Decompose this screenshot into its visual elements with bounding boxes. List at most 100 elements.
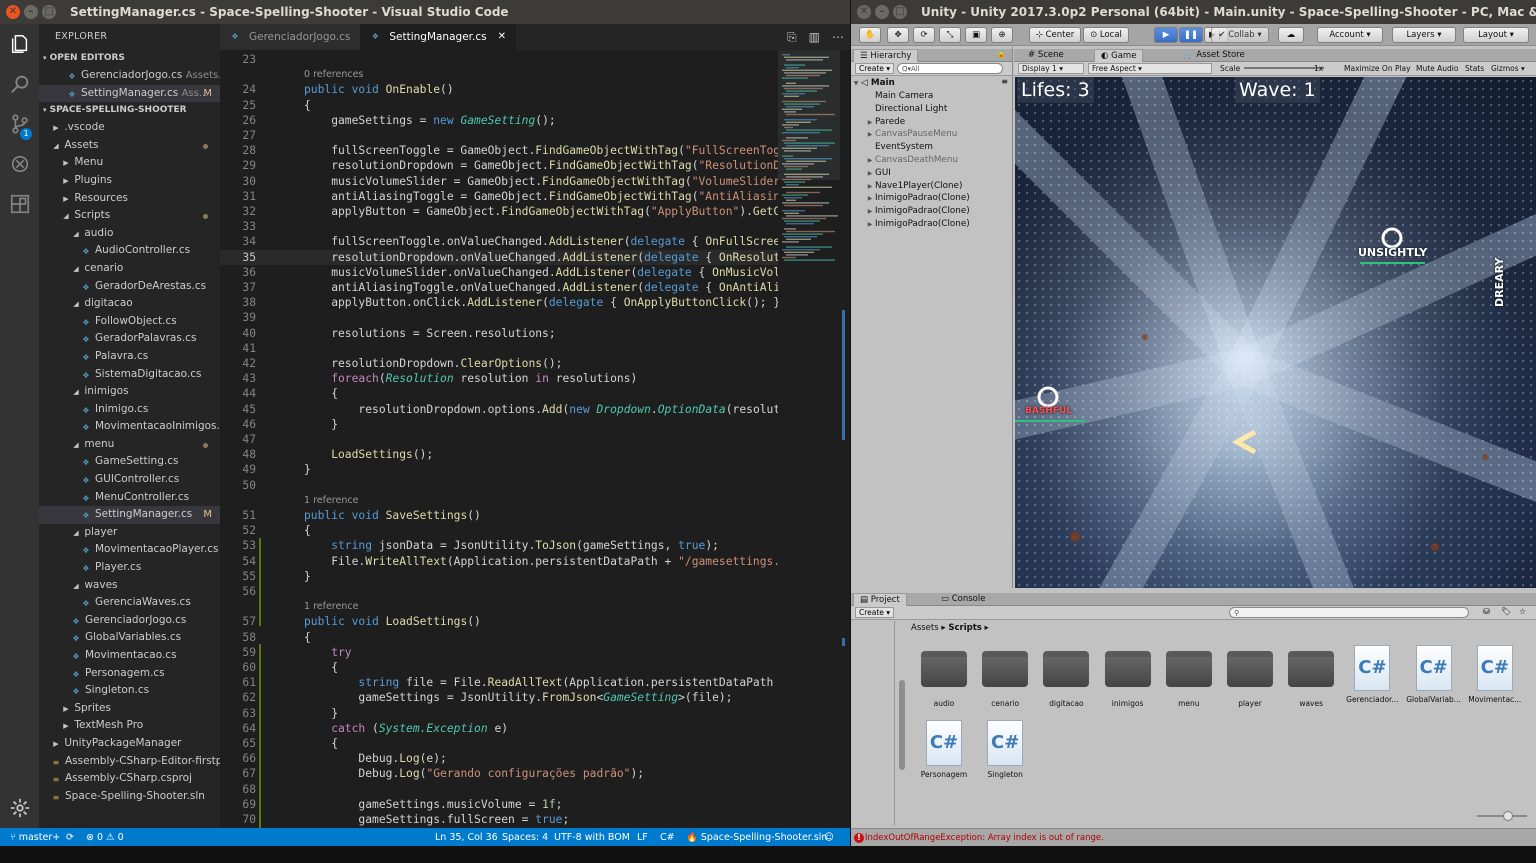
tree-file[interactable]: ≡ Assembly-CSharp-Editor-firstp... xyxy=(39,753,220,771)
code-line[interactable]: 62 gameSettings = JsonUtility.FromJson<G… xyxy=(220,690,778,705)
code-line[interactable]: 57 public void LoadSettings() xyxy=(220,614,778,629)
transform-tool-icon[interactable]: ⊕ xyxy=(991,27,1013,43)
mute-audio-toggle[interactable]: Mute Audio xyxy=(1416,64,1458,73)
unity-maximize-button[interactable]: □ xyxy=(893,5,907,19)
asset-script[interactable]: C# Movimentac... xyxy=(1466,645,1524,704)
asset-store-tab[interactable]: 🛒 Asset Store xyxy=(1177,49,1251,62)
asset-folder[interactable]: waves xyxy=(1282,645,1340,708)
scene-tab[interactable]: # Scene xyxy=(1022,49,1070,62)
close-tab-icon[interactable]: ✕ xyxy=(498,24,506,50)
code-line[interactable]: 47 xyxy=(220,432,778,447)
tree-folder[interactable]: ◢ player xyxy=(39,524,220,542)
asset-folder[interactable]: cenario xyxy=(976,645,1034,708)
asset-folder[interactable]: player xyxy=(1221,645,1279,708)
tree-folder[interactable]: ◢ digitacao xyxy=(39,295,220,313)
code-line[interactable]: 64 catch (System.Exception e) xyxy=(220,721,778,736)
explorer-icon[interactable] xyxy=(0,24,39,64)
rotate-tool-icon[interactable]: ⟳ xyxy=(913,27,935,43)
hierarchy-item[interactable]: ▶ CanvasPauseMenu xyxy=(851,128,958,141)
code-line[interactable]: 25{ xyxy=(220,98,778,113)
move-tool-icon[interactable]: ✥ xyxy=(887,27,909,43)
gizmos-dropdown[interactable]: Gizmos ▾ xyxy=(1491,64,1525,73)
code-line[interactable]: 40 resolutions = Screen.resolutions; xyxy=(220,326,778,341)
filter-by-label-icon[interactable]: 🏷 xyxy=(1501,607,1511,616)
code-line[interactable]: 45 resolutionDropdown.options.Add(new Dr… xyxy=(220,402,778,417)
tree-file[interactable]: ❖ Palavra.cs xyxy=(39,348,220,366)
code-line[interactable]: 33 xyxy=(220,219,778,234)
open-changes-icon[interactable]: ⎘ xyxy=(787,30,797,45)
indentation[interactable]: Spaces: 4 xyxy=(502,832,548,843)
tree-file[interactable]: ❖ MovimentacaoInimigos.cs xyxy=(39,418,220,436)
tree-file[interactable]: ❖ GeradorDeArestas.cs xyxy=(39,278,220,296)
asset-folder[interactable]: inimigos xyxy=(1099,645,1157,708)
code-line[interactable]: 66 Debug.Log(e); xyxy=(220,751,778,766)
tree-file[interactable]: ≡ Space-Spelling-Shooter.sln xyxy=(39,788,220,806)
debug-icon[interactable] xyxy=(0,144,39,184)
play-button[interactable]: ▶ xyxy=(1154,27,1178,43)
code-line[interactable]: 60 { xyxy=(220,660,778,675)
tab-gerenciadorjogo[interactable]: ❖ GerenciadorJogo.cs xyxy=(220,24,361,50)
code-line[interactable]: 44 { xyxy=(220,386,778,401)
feedback-smiley-icon[interactable]: ☺ xyxy=(824,832,834,843)
asset-script[interactable]: C# GlobalVariab... xyxy=(1405,645,1463,704)
window-close-button[interactable]: ✕ xyxy=(6,5,20,19)
stats-toggle[interactable]: Stats xyxy=(1465,64,1484,73)
layers-dropdown[interactable]: Layers ▾ xyxy=(1392,27,1456,43)
scene-root-main[interactable]: ▼ ◁ Main xyxy=(851,77,895,90)
tree-folder[interactable]: ◢ menu xyxy=(39,436,220,454)
hierarchy-item[interactable]: ▶ InimigoPadrao(Clone) xyxy=(851,218,970,231)
code-line[interactable]: 53 string jsonData = JsonUtility.ToJson(… xyxy=(220,538,778,553)
hierarchy-item[interactable]: ▶ Parede xyxy=(851,116,905,129)
scale-tool-icon[interactable]: ⤡ xyxy=(939,27,961,43)
open-editor-item[interactable]: ❖ SettingManager.cs Ass... M xyxy=(39,84,220,103)
window-maximize-button[interactable]: □ xyxy=(42,5,56,19)
code-line[interactable]: 49} xyxy=(220,462,778,477)
filter-by-type-icon[interactable]: ⛁ xyxy=(1483,607,1490,616)
tree-folder[interactable]: ◢ Assets xyxy=(39,137,220,155)
sync-icon[interactable]: ⟳ xyxy=(66,832,74,843)
code-line[interactable]: 38 applyButton.onClick.AddListener(deleg… xyxy=(220,295,778,310)
tree-file[interactable]: ❖ AudioController.cs xyxy=(39,242,220,260)
open-editor-item[interactable]: ❖GerenciadorJogo.cs Assets... xyxy=(39,67,220,85)
game-tab[interactable]: ◐ Game xyxy=(1094,49,1144,62)
tree-folder[interactable]: ▶ .vscode xyxy=(39,119,220,137)
code-line[interactable]: 52{ xyxy=(220,523,778,538)
pivot-local-button[interactable]: ⊙ Local xyxy=(1083,27,1129,43)
breadcrumb-assets[interactable]: Assets xyxy=(911,623,939,633)
asset-folder[interactable]: digitacao xyxy=(1037,645,1095,708)
code-line[interactable]: 30 musicVolumeSlider = GameObject.FindGa… xyxy=(220,174,778,189)
tree-file[interactable]: ❖ FollowObject.cs xyxy=(39,313,220,331)
tree-folder[interactable]: ▶ Resources xyxy=(39,190,220,208)
code-line[interactable]: 32 applyButton = GameObject.FindGameObje… xyxy=(220,204,778,219)
code-line[interactable]: 27 xyxy=(220,128,778,143)
codelens-references[interactable]: 1 reference xyxy=(304,494,358,507)
code-line[interactable]: 48 LoadSettings(); xyxy=(220,447,778,462)
hierarchy-item[interactable]: Directional Light xyxy=(851,103,947,116)
tree-file[interactable]: ❖ GerenciaWaves.cs xyxy=(39,594,220,612)
display-dropdown[interactable]: Display 1 ▾ xyxy=(1018,63,1084,74)
tree-file[interactable]: ❖ SettingManager.cs M xyxy=(39,506,220,524)
code-line[interactable]: 70 gameSettings.fullScreen = true; xyxy=(220,812,778,827)
tree-file[interactable]: ≡ Assembly-CSharp.csproj xyxy=(39,770,220,788)
code-line[interactable]: 28 fullScreenToggle = GameObject.FindGam… xyxy=(220,143,778,158)
extensions-icon[interactable] xyxy=(0,184,39,224)
tree-folder[interactable]: ▶ Plugins xyxy=(39,172,220,190)
code-line[interactable]: 43 foreach(Resolution resolution in reso… xyxy=(220,371,778,386)
maximize-on-play-toggle[interactable]: Maximize On Play xyxy=(1344,64,1411,73)
unity-status-bar[interactable]: ! IndexOutOfRangeException: Array index … xyxy=(851,828,1536,846)
tree-file[interactable]: ❖ MenuController.cs xyxy=(39,489,220,507)
hierarchy-item[interactable]: ▶ InimigoPadrao(Clone) xyxy=(851,205,970,218)
code-line[interactable]: 37 antiAliasingToggle.onValueChanged.Add… xyxy=(220,280,778,295)
code-line[interactable]: 63 } xyxy=(220,706,778,721)
pivot-center-button[interactable]: ⊹ Center xyxy=(1029,27,1081,43)
tree-file[interactable]: ❖ Inimigo.cs xyxy=(39,401,220,419)
code-line[interactable]: 59 try xyxy=(220,645,778,660)
aspect-dropdown[interactable]: Free Aspect ▾ xyxy=(1088,63,1212,74)
code-line[interactable]: 68 xyxy=(220,782,778,797)
code-line[interactable]: 46 } xyxy=(220,417,778,432)
tree-folder[interactable]: ▶ Menu xyxy=(39,154,220,172)
code-line[interactable]: 51 public void SaveSettings() xyxy=(220,508,778,523)
codelens-references[interactable]: 0 references xyxy=(304,68,363,81)
asset-folder[interactable]: menu xyxy=(1160,645,1218,708)
scene-menu-icon[interactable]: ≡ xyxy=(1001,77,1008,86)
